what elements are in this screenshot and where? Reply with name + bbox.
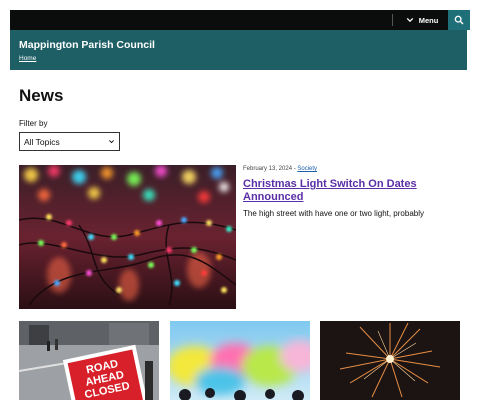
featured-article-headline-link[interactable]: Christmas Light Switch On Dates Announce… [243,178,458,204]
search-button[interactable] [448,10,470,30]
menu-button[interactable]: Menu [398,10,446,30]
featured-article-date: February 13, 2024 [243,166,293,172]
menu-divider [392,14,393,26]
article-card-image-3[interactable] [320,321,460,400]
featured-article-image[interactable] [19,165,236,309]
search-icon [454,15,464,25]
article-card-image-1[interactable]: ROAD AHEAD CLOSED [19,321,159,400]
top-bar: Menu [10,10,470,30]
topic-filter-select[interactable]: All Topics [19,132,120,151]
featured-article-category-link[interactable]: Society [297,166,317,172]
filter-label: Filter by [19,119,48,128]
featured-article-summary: The high street with have one or two lig… [243,209,424,218]
site-title[interactable]: Mappington Parish Council [19,39,155,51]
chevron-down-icon [406,17,413,23]
featured-article-meta: February 13, 2024 - Society [243,166,317,172]
site-header: Mappington Parish Council Home [10,30,467,70]
menu-label: Menu [418,15,439,25]
article-card-image-2[interactable] [170,321,310,400]
page-title: News [19,86,64,105]
breadcrumb-home-link[interactable]: Home [19,55,36,62]
chevron-down-icon [109,140,114,144]
filter-selected-value: All Topics [24,136,60,147]
